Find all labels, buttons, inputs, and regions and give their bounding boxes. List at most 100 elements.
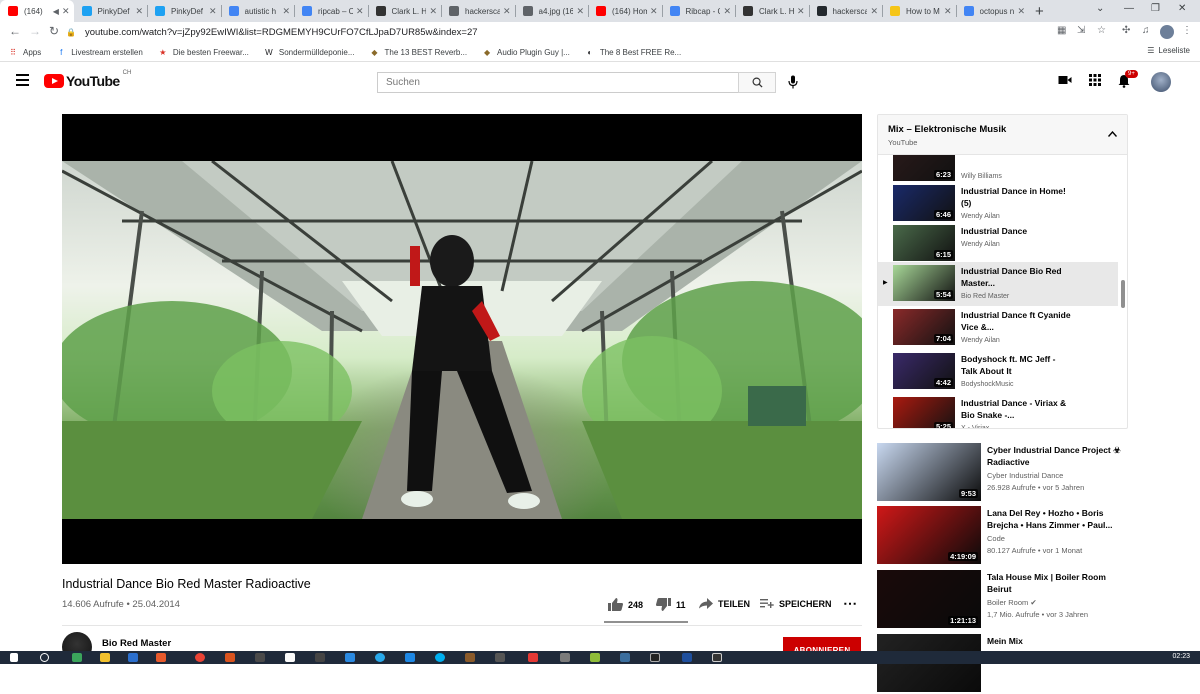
chrome-icon[interactable]: [195, 653, 205, 662]
channel-name[interactable]: Bio Red Master: [102, 638, 171, 649]
app-icon[interactable]: [315, 653, 325, 662]
recommended-video[interactable]: 1:21:13 Tala House Mix | Boiler Room Beir…: [877, 570, 1137, 630]
close-tab-icon[interactable]: ✕: [870, 6, 878, 17]
playlist-item[interactable]: 5:25 Industrial Dance - Viriax & Bio Snak…: [878, 394, 1118, 428]
playlist-item-thumbnail[interactable]: 4:42: [893, 353, 955, 389]
playlist-item[interactable]: 6:15 Industrial Dance Wendy Ailan: [878, 222, 1118, 266]
back-button[interactable]: ←: [9, 24, 21, 38]
app-icon[interactable]: [620, 653, 630, 662]
close-tab-icon[interactable]: ✕: [282, 6, 290, 17]
forward-button[interactable]: →: [29, 24, 41, 38]
close-tab-icon[interactable]: ✕: [429, 6, 437, 17]
app-icon[interactable]: [285, 653, 295, 662]
playlist-item-title[interactable]: Industrial Dance - Viriax & Bio Snake -.…: [961, 397, 1071, 421]
browser-tab[interactable]: ripcab – C ✕: [294, 0, 368, 22]
playlist-item-title[interactable]: Calculator Bertuka...: [961, 155, 1071, 157]
browser-tab[interactable]: How to M ✕: [882, 0, 956, 22]
browser-tab[interactable]: hackersca ✕: [441, 0, 515, 22]
playlist-item-title[interactable]: Industrial Dance: [961, 225, 1071, 237]
playlist-scrollbar[interactable]: [1121, 280, 1125, 308]
close-tab-icon[interactable]: ✕: [650, 6, 658, 17]
browser-profile-avatar[interactable]: [1160, 25, 1174, 39]
app-icon[interactable]: [225, 653, 235, 662]
dislike-button[interactable]: 11: [656, 598, 686, 611]
share-button[interactable]: TEILEN: [699, 598, 750, 609]
media-control-icon[interactable]: ♫: [1142, 25, 1150, 36]
close-tab-icon[interactable]: ✕: [944, 6, 952, 17]
app-icon[interactable]: [650, 653, 660, 662]
playlist-item-thumbnail[interactable]: 7:04: [893, 309, 955, 345]
telegram-icon[interactable]: [375, 653, 385, 662]
recommended-title[interactable]: Tala House Mix | Boiler Room Beirut: [987, 571, 1127, 595]
recommended-title[interactable]: Lana Del Rey • Hozho • Boris Brejcha • H…: [987, 507, 1127, 531]
save-button[interactable]: SPEICHERN: [760, 598, 832, 609]
app-icon[interactable]: [345, 653, 355, 662]
playlist-item-title[interactable]: Bodyshock ft. MC Jeff - Talk About It: [961, 353, 1071, 377]
browser-tab[interactable]: autistic h ✕: [220, 0, 295, 22]
youtube-logo[interactable]: YouTube CH: [44, 70, 131, 89]
close-tab-icon[interactable]: ✕: [1017, 6, 1025, 17]
recommended-video[interactable]: 4:19:09 Lana Del Rey • Hozho • Boris Brej…: [877, 506, 1137, 566]
app-icon[interactable]: [156, 653, 166, 662]
install-app-icon[interactable]: ⇲: [1077, 25, 1085, 36]
browser-menu-icon[interactable]: ⋮: [1182, 25, 1192, 36]
recommended-channel[interactable]: Code: [987, 534, 1005, 543]
browser-tab[interactable]: (164) Hom ✕: [588, 0, 662, 22]
app-icon[interactable]: [590, 653, 600, 662]
guide-menu-icon[interactable]: [16, 74, 29, 86]
bookmark-item[interactable]: ◐ The 8 Best FREE Re...: [585, 47, 681, 57]
voice-search-button[interactable]: [786, 73, 800, 91]
bookmark-star-icon[interactable]: ☆: [1097, 25, 1106, 36]
browser-tab[interactable]: Ribcap - C ✕: [661, 0, 736, 22]
app-icon[interactable]: [465, 653, 475, 662]
user-avatar[interactable]: [1151, 72, 1171, 92]
browser-tab[interactable]: PinkyDef ✕: [74, 0, 148, 22]
search-input[interactable]: Suchen: [377, 72, 738, 93]
recommended-thumbnail[interactable]: 9:53: [877, 443, 981, 501]
apps-grid-icon[interactable]: [1089, 74, 1101, 86]
playlist-item-thumbnail[interactable]: 5:25: [893, 397, 955, 428]
recommended-video[interactable]: 9:53 Cyber Industrial Dance Project ☣ Rad…: [877, 443, 1137, 503]
close-window-button[interactable]: ✕: [1178, 3, 1186, 14]
skype-icon[interactable]: [435, 653, 445, 662]
reload-button[interactable]: ↻: [49, 24, 59, 38]
close-tab-icon[interactable]: ✕: [503, 6, 511, 17]
recommended-video[interactable]: Mein Mix: [877, 634, 1137, 694]
playlist-item-thumbnail[interactable]: 6:15: [893, 225, 955, 261]
browser-tab[interactable]: hackersca ✕: [808, 0, 883, 22]
video-player[interactable]: [62, 114, 862, 564]
windows-start-icon[interactable]: [10, 653, 18, 662]
bookmark-item[interactable]: f Livestream erstellen: [56, 47, 143, 57]
minimize-button[interactable]: —: [1124, 3, 1134, 14]
browser-tab[interactable]: Clark L. H ✕: [367, 0, 442, 22]
bookmark-item[interactable]: W Sondermülldeponie...: [264, 47, 354, 57]
recommended-channel[interactable]: Boiler Room ✔: [987, 598, 1037, 607]
create-video-icon[interactable]: [1058, 74, 1072, 86]
store-icon[interactable]: [128, 653, 138, 662]
close-tab-icon[interactable]: ✕: [135, 6, 143, 17]
playlist-item[interactable]: 7:04 Industrial Dance ft Cyanide Vice &..…: [878, 306, 1118, 350]
close-tab-icon[interactable]: ✕: [723, 6, 731, 17]
search-icon[interactable]: [40, 653, 49, 662]
reading-list-button[interactable]: ☰ Leseliste: [1147, 46, 1190, 55]
browser-tab[interactable]: PinkyDef ✕: [147, 0, 221, 22]
recommended-thumbnail[interactable]: 4:19:09: [877, 506, 981, 564]
app-icon[interactable]: [560, 653, 570, 662]
close-tab-icon[interactable]: ✕: [576, 6, 584, 17]
recommended-title[interactable]: Cyber Industrial Dance Project ☣ Radiact…: [987, 444, 1127, 468]
qr-code-icon[interactable]: ▦: [1057, 25, 1066, 36]
app-icon[interactable]: [528, 653, 538, 662]
app-icon[interactable]: [682, 653, 692, 662]
more-actions-icon[interactable]: ⋯: [843, 595, 857, 612]
chevron-up-icon[interactable]: [1108, 131, 1117, 137]
browser-tab[interactable]: a4.jpg (16 ✕: [514, 0, 589, 22]
playlist-item[interactable]: ▶ 5:54 Industrial Dance Bio Red Master... B…: [878, 262, 1118, 306]
audio-playing-icon[interactable]: ◀: [53, 7, 59, 16]
like-button[interactable]: 248: [608, 598, 643, 611]
playlist-item-title[interactable]: Industrial Dance in Home! (5): [961, 185, 1071, 209]
browser-tab[interactable]: (164) ◀ ✕: [0, 0, 74, 22]
bookmark-item[interactable]: ◆ The 13 BEST Reverb...: [369, 47, 467, 57]
playlist-item-title[interactable]: Industrial Dance ft Cyanide Vice &...: [961, 309, 1071, 333]
playlist-title[interactable]: Mix – Elektronische Musik: [888, 124, 1006, 135]
close-tab-icon[interactable]: ✕: [797, 6, 805, 17]
